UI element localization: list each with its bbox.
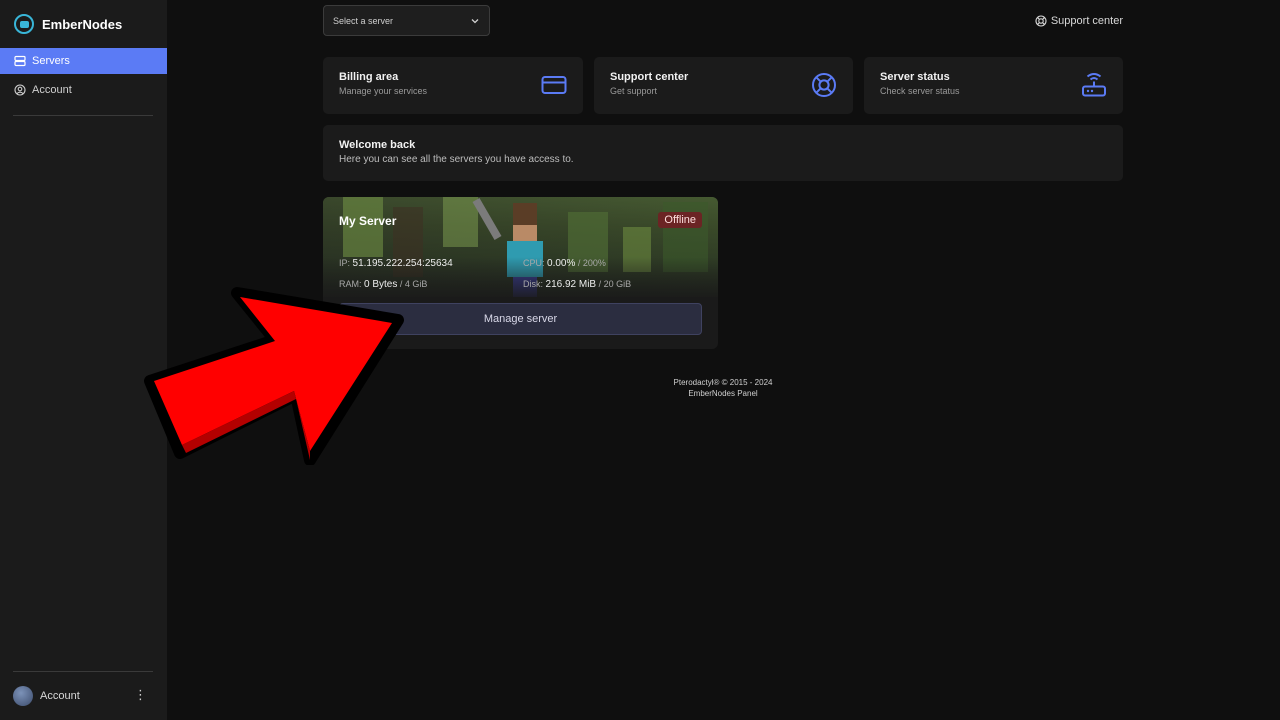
brand[interactable]: EmberNodes [14,12,122,36]
footer-copyright: Pterodactyl® © 2015 - 2024 [673,378,773,387]
footer-panel-name: EmberNodes Panel [688,389,758,398]
server-cpu: CPU: 0.00% / 200% [523,258,606,269]
cpu-used: 0.00% [547,258,576,269]
router-icon [1082,73,1106,97]
red-arrow-annotation [144,287,404,465]
sidebar-item-label: Account [32,84,72,96]
support-center-link-label: Support center [1050,15,1123,27]
sidebar-item-account[interactable]: Account [0,77,167,103]
more-vertical-icon[interactable]: ⋮ [134,687,147,703]
user-account-row[interactable]: Account ⋮ [13,686,153,706]
user-account-label: Account [40,690,80,702]
credit-card-icon [541,76,567,94]
cpu-total: / 200% [577,258,606,268]
disk-label: Disk: [523,279,543,289]
server-status-card[interactable]: Server status Check server status [864,57,1123,114]
cpu-label: CPU: [523,258,545,268]
server-disk: Disk: 216.92 MiB / 20 GiB [523,279,631,290]
chevron-down-icon [471,18,479,23]
lifebuoy-icon [1035,15,1047,27]
ip-value: 51.195.222.254:25634 [352,258,453,269]
welcome-panel: Welcome back Here you can see all the se… [323,125,1123,181]
card-title: Server status [880,71,950,83]
disk-total: / 20 GiB [598,279,632,289]
card-subtitle: Get support [610,86,658,96]
support-center-link[interactable]: Support center [1035,13,1123,29]
welcome-subtitle: Here you can see all the servers you hav… [339,154,574,165]
server-name: My Server [339,214,397,228]
user-circle-icon [14,84,26,96]
server-select-placeholder: Select a server [333,15,394,26]
brand-logo-icon [14,14,34,34]
card-title: Billing area [339,71,399,83]
support-center-card[interactable]: Support center Get support [594,57,853,114]
avatar [13,686,33,706]
sidebar-item-label: Servers [32,55,70,67]
card-subtitle: Manage your services [339,86,428,96]
ip-label: IP: [339,258,351,268]
server-icon [14,55,26,67]
server-ip: IP: 51.195.222.254:25634 [339,258,453,269]
sidebar-divider [13,115,153,116]
sidebar-divider [13,671,153,672]
brand-name: EmberNodes [42,16,123,32]
server-select[interactable]: Select a server [323,5,490,36]
lifebuoy-icon [812,73,836,97]
billing-area-card[interactable]: Billing area Manage your services [323,57,583,114]
disk-used: 216.92 MiB [545,279,597,290]
sidebar-item-servers[interactable]: Servers [0,48,167,74]
status-badge: Offline [658,212,702,228]
welcome-title: Welcome back [339,139,416,151]
card-title: Support center [610,71,689,83]
footer: Pterodactyl® © 2015 - 2024 EmberNodes Pa… [623,377,823,399]
card-subtitle: Check server status [880,86,960,96]
